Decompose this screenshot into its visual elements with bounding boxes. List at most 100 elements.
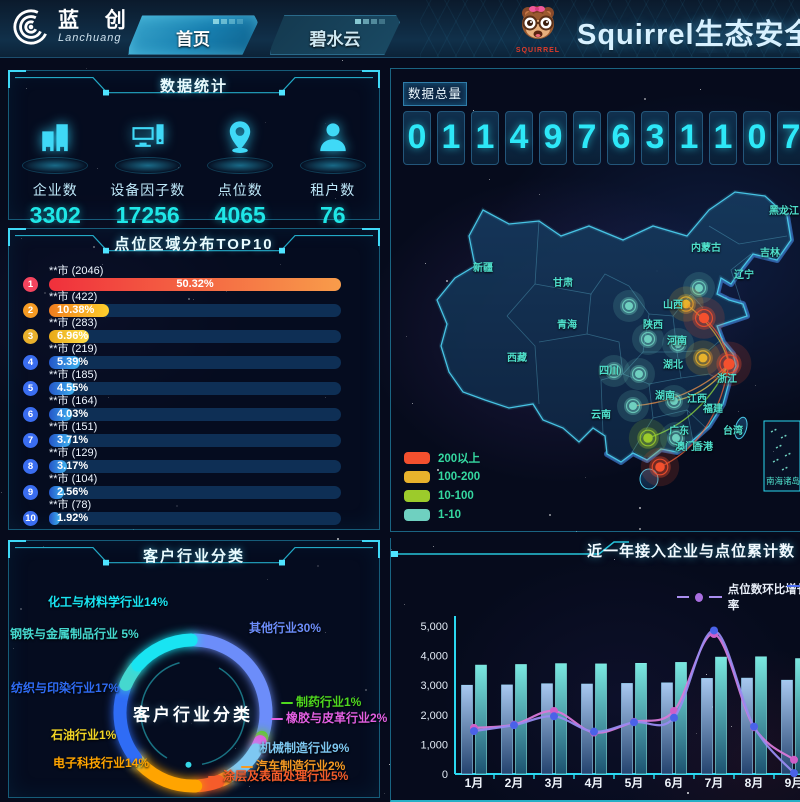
province-label-福建: 福建 [702,402,724,415]
stat-value: 3302 [9,202,102,229]
top10-row: **市 (422)210.38% [23,291,365,317]
trend-bar-series1 [502,685,513,774]
province-label-新疆: 新疆 [473,261,493,274]
logo-text-en: Lanchuang [58,32,136,44]
stat-value: 17256 [102,202,195,229]
y-axis-tick: 0 [442,769,448,781]
tab-chips-decoration [213,19,243,24]
stat-label: 企业数 [9,180,102,200]
stat-device-factors: 设备因子数 17256 [102,109,195,229]
rank-badge: 1 [23,277,38,292]
province-label-青海: 青海 [557,318,577,331]
map-legend-item[interactable]: 1-10 [404,505,480,524]
top10-city-label: **市 (129) [49,447,97,459]
map-legend-item[interactable]: 10-100 [404,486,480,505]
map-legend-item[interactable]: 200以上 [404,448,480,467]
counter-digit: 1 [709,111,737,165]
top10-bar-track: 4.55% [49,382,341,395]
rank-badge: 3 [23,329,38,344]
trend-line-dot [630,718,638,726]
map-legend: 200以上100-200 10-100 1-10 [404,448,480,524]
map-heat-dot [617,390,649,422]
y-axis-tick: 4,000 [420,651,448,663]
trend-bar-series1 [662,683,673,774]
x-axis-month-label: 3月 [545,776,564,790]
device-icon [102,109,195,155]
trend-bar-series1 [702,678,713,774]
stat-label: 设备因子数 [102,180,195,200]
donut-label: 电子科技行业14% [53,754,149,771]
logo-arcs-icon [12,7,50,47]
top10-bar-track: 5.39% [49,356,341,369]
trend-bar-series2 [476,665,487,774]
province-label-湖南: 湖南 [655,389,675,402]
top10-row: **市 (219)45.39% [23,343,365,369]
squirrel-icon [516,4,560,44]
stat-base-glow [207,157,273,174]
top10-row: **市 (104)92.56% [23,473,365,499]
top10-percent-label: 6.96% [57,330,88,343]
top10-row: **市 (283)36.96% [23,317,365,343]
stat-value: 4065 [194,202,287,229]
legend-label: 10-100 [438,490,474,502]
tab-home[interactable]: 首页 [128,15,258,55]
counter-digit: 0 [403,111,431,165]
inset-label: 南海诸岛 [766,476,800,486]
south-sea-inset: 南海诸岛 [764,421,800,491]
donut-label: 其他行业30% [249,619,321,636]
trend-bar-series1 [542,684,553,774]
top10-percent-label: 50.32% [176,278,213,291]
tab-bishuiyun[interactable]: 碧水云 [270,15,400,55]
top10-percent-label: 1.92% [57,512,88,525]
province-label-广东: 广东 [669,424,689,437]
x-axis-month-label: 6月 [665,776,684,790]
province-label-西藏: 西藏 [507,351,527,364]
top10-city-label: **市 (78) [49,499,91,511]
tab-home-label: 首页 [176,25,210,50]
map-legend-item[interactable]: 100-200 [404,467,480,486]
legend-swatch [404,471,430,483]
x-axis-month-label: 5月 [625,776,644,790]
industry-panel-title: 客户行业分类 [9,545,379,566]
stat-enterprises: 企业数 3302 [9,109,102,229]
top10-percent-label: 2.56% [57,486,88,499]
top10-bar-track: 50.32% [49,278,341,291]
tab-chips-decoration [355,19,385,24]
counter-digit: 9 [539,111,567,165]
rank-badge: 9 [23,485,38,500]
donut-label: 橡胶与皮革行业2% [271,709,387,726]
rank-badge: 6 [23,407,38,422]
counter-digit: 4 [505,111,533,165]
top10-percent-label: 5.39% [57,356,88,369]
trend-combo-chart: 01,0002,0003,0004,0005,0001月2月3月4月5月6月7月… [391,538,800,800]
legend-label: 1-10 [438,509,461,521]
counter-digit: 1 [471,111,499,165]
stat-points: 点位数 4065 [194,109,287,229]
stats-panel: 数据统计 企业数 3302 设备因子数 17256 点位数 4065 [8,70,380,220]
logo-text-cn: 蓝 创 [58,10,136,32]
province-label-辽宁: 辽宁 [734,268,754,281]
top10-bar-track: 2.56% [49,486,341,499]
legend-swatch [404,490,430,502]
trend-line-dot [710,626,718,634]
x-axis-month-label: 7月 [705,776,724,790]
x-axis-month-label: 8月 [745,776,764,790]
building-icon [9,109,102,155]
top10-bar-track: 6.96% [49,330,341,343]
top10-row: **市 (78)101.92% [23,499,365,525]
stats-panel-title: 数据统计 [9,75,379,96]
top10-bar-track: 1.92% [49,512,341,525]
counter-digit: 1 [675,111,703,165]
province-label-湖北: 湖北 [663,358,683,371]
top10-bar-list: **市 (2046)150.32%**市 (422)210.38%**市 (28… [9,261,379,525]
top10-percent-label: 4.03% [57,408,88,421]
map-panel: 数据总量 011497631107 黑龙江吉林辽宁内蒙古新疆甘肃青海西藏山西陕西… [390,68,800,532]
top10-city-label: **市 (422) [49,291,97,303]
total-counter: 011497631107 [403,111,800,165]
stat-tenants: 租户数 76 [287,109,380,229]
counter-digit: 7 [777,111,800,165]
y-axis-tick: 3,000 [420,680,448,692]
top10-bar-track: 10.38% [49,304,341,317]
page-title: Squirrel生态安全云平台 [577,11,800,53]
top10-row: **市 (164)64.03% [23,395,365,421]
